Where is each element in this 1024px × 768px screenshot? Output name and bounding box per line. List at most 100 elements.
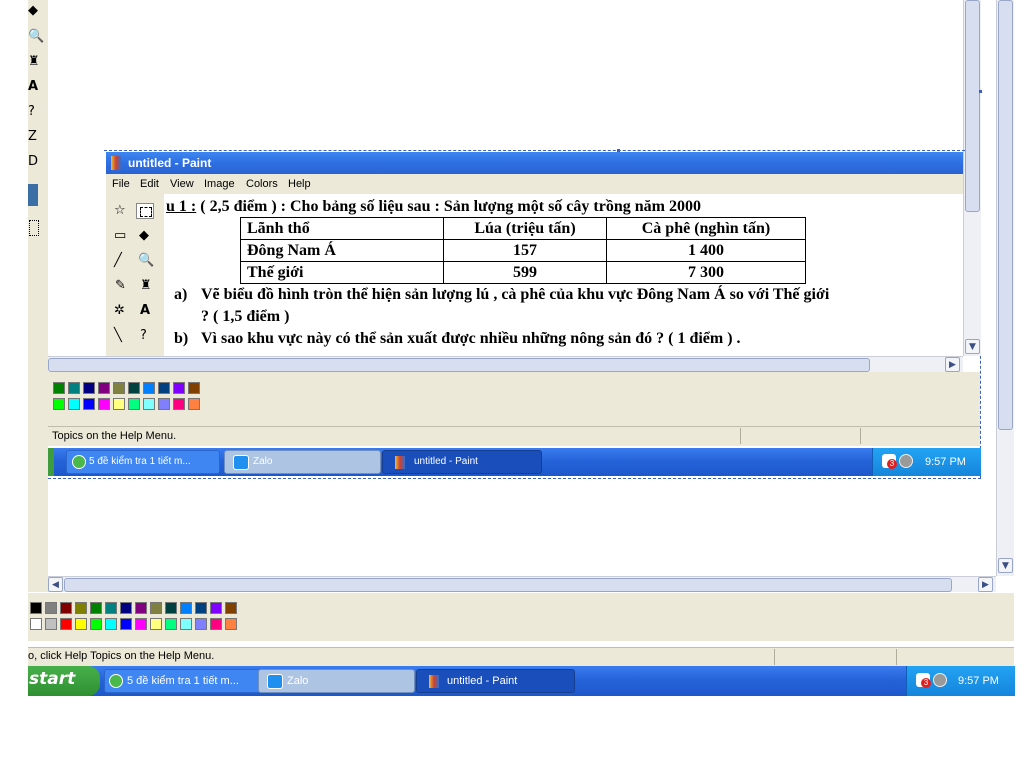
- palette-swatch[interactable]: [225, 618, 237, 630]
- palette-swatch[interactable]: [75, 618, 87, 630]
- outer-hscroll-thumb[interactable]: [64, 578, 952, 592]
- inner-scroll-down-button[interactable]: ▼: [965, 339, 980, 354]
- palette-swatch[interactable]: [105, 618, 117, 630]
- eraser-icon[interactable]: ▭: [114, 229, 126, 243]
- outer-horizontal-scrollbar[interactable]: ◀ ▶: [48, 576, 996, 593]
- menu-view[interactable]: View: [170, 178, 194, 190]
- rounded-rect-icon[interactable]: D: [28, 155, 38, 169]
- inner-vscroll-thumb[interactable]: [965, 0, 980, 212]
- rect-select-icon[interactable]: [136, 203, 154, 219]
- outer-taskbar-item-zalo[interactable]: Zalo: [258, 669, 415, 693]
- palette-swatch[interactable]: [60, 602, 72, 614]
- magnifier-icon[interactable]: 🔍: [28, 30, 44, 44]
- palette-swatch[interactable]: [53, 382, 65, 394]
- menu-file[interactable]: File: [112, 178, 130, 190]
- palette-swatch[interactable]: [120, 602, 132, 614]
- polygon-icon[interactable]: Z: [28, 130, 37, 144]
- outer-scroll-down-button[interactable]: ▼: [998, 558, 1013, 573]
- palette-swatch[interactable]: [135, 618, 147, 630]
- color-picker-icon[interactable]: ╱: [114, 254, 122, 268]
- outer-taskbar-item-paint[interactable]: untitled - Paint: [416, 669, 575, 693]
- text-tool-icon[interactable]: A: [140, 304, 150, 318]
- palette-swatch[interactable]: [150, 602, 162, 614]
- inner-taskbar-item-word[interactable]: 5 đề kiểm tra 1 tiết m...: [66, 450, 220, 474]
- inner-vertical-scrollbar[interactable]: ▼: [963, 0, 981, 356]
- palette-swatch[interactable]: [165, 618, 177, 630]
- palette-swatch[interactable]: [195, 602, 207, 614]
- palette-swatch[interactable]: [83, 398, 95, 410]
- palette-swatch[interactable]: [150, 618, 162, 630]
- palette-swatch[interactable]: [195, 618, 207, 630]
- menu-colors[interactable]: Colors: [246, 178, 278, 190]
- outer-scroll-left-button[interactable]: ◀: [48, 577, 63, 592]
- inner-hscroll-thumb[interactable]: [48, 358, 870, 372]
- menu-image[interactable]: Image: [204, 178, 235, 190]
- palette-swatch[interactable]: [188, 398, 200, 410]
- inner-horizontal-scrollbar[interactable]: ▶: [48, 356, 963, 373]
- palette-swatch[interactable]: [90, 602, 102, 614]
- palette-swatch[interactable]: [180, 618, 192, 630]
- brush-icon[interactable]: ♜: [28, 55, 40, 69]
- palette-swatch[interactable]: [173, 398, 185, 410]
- palette-swatch[interactable]: [113, 398, 125, 410]
- palette-swatch[interactable]: [105, 602, 117, 614]
- palette-swatch[interactable]: [68, 382, 80, 394]
- palette-swatch[interactable]: [158, 398, 170, 410]
- palette-swatch[interactable]: [30, 602, 42, 614]
- palette-swatch[interactable]: [98, 382, 110, 394]
- inner-taskbar-item-zalo[interactable]: Zalo: [224, 450, 381, 474]
- inner-start-button[interactable]: [48, 448, 54, 476]
- fill-bucket-icon[interactable]: ◆: [139, 229, 149, 243]
- palette-swatch[interactable]: [143, 398, 155, 410]
- outer-vertical-scrollbar[interactable]: ▼: [996, 0, 1014, 576]
- speaker-icon[interactable]: [933, 673, 947, 687]
- palette-swatch[interactable]: [165, 602, 177, 614]
- outer-start-button[interactable]: start: [28, 666, 100, 696]
- palette-swatch[interactable]: [75, 602, 87, 614]
- magnifier-icon[interactable]: 🔍: [138, 254, 154, 268]
- free-select-icon[interactable]: ☆: [114, 204, 126, 218]
- curve-icon[interactable]: ?: [140, 329, 147, 343]
- pencil-icon[interactable]: ✎: [115, 279, 126, 293]
- inner-scroll-right-button[interactable]: ▶: [945, 357, 960, 372]
- palette-swatch[interactable]: [68, 398, 80, 410]
- palette-swatch[interactable]: [210, 618, 222, 630]
- palette-swatch[interactable]: [188, 382, 200, 394]
- palette-swatch[interactable]: [210, 602, 222, 614]
- palette-swatch[interactable]: [60, 618, 72, 630]
- palette-swatch[interactable]: [98, 398, 110, 410]
- menu-edit[interactable]: Edit: [140, 178, 159, 190]
- curve-icon[interactable]: ?: [28, 105, 35, 119]
- palette-swatch[interactable]: [113, 382, 125, 394]
- outer-scroll-right-button[interactable]: ▶: [978, 577, 993, 592]
- palette-swatch[interactable]: [120, 618, 132, 630]
- selection-border[interactable]: [104, 150, 965, 152]
- palette-swatch[interactable]: [225, 602, 237, 614]
- palette-swatch[interactable]: [90, 618, 102, 630]
- inner-taskbar-item-paint[interactable]: untitled - Paint: [382, 450, 542, 474]
- palette-swatch[interactable]: [45, 602, 57, 614]
- palette-swatch[interactable]: [135, 602, 147, 614]
- nested-title-bar[interactable]: untitled - Paint: [106, 152, 963, 174]
- fill-bucket-icon[interactable]: ◆: [28, 4, 38, 18]
- menu-help[interactable]: Help: [288, 178, 311, 190]
- palette-swatch[interactable]: [30, 618, 42, 630]
- palette-swatch[interactable]: [83, 382, 95, 394]
- line-icon[interactable]: ╲: [114, 329, 122, 343]
- palette-swatch[interactable]: [158, 382, 170, 394]
- palette-swatch[interactable]: [180, 602, 192, 614]
- airbrush-icon[interactable]: ✲: [114, 304, 125, 318]
- palette-swatch[interactable]: [45, 618, 57, 630]
- selection-handle[interactable]: [979, 90, 982, 93]
- brush-icon[interactable]: ♜: [140, 279, 152, 293]
- palette-swatch[interactable]: [143, 382, 155, 394]
- palette-swatch[interactable]: [173, 382, 185, 394]
- selection-handle[interactable]: [617, 149, 620, 152]
- tool-option-box-2[interactable]: [29, 220, 39, 236]
- palette-swatch[interactable]: [128, 382, 140, 394]
- speaker-icon[interactable]: [899, 454, 913, 468]
- palette-swatch[interactable]: [128, 398, 140, 410]
- outer-vscroll-thumb[interactable]: [998, 0, 1013, 430]
- palette-swatch[interactable]: [53, 398, 65, 410]
- outer-taskbar-item-word[interactable]: 5 đề kiểm tra 1 tiết m...: [104, 669, 270, 693]
